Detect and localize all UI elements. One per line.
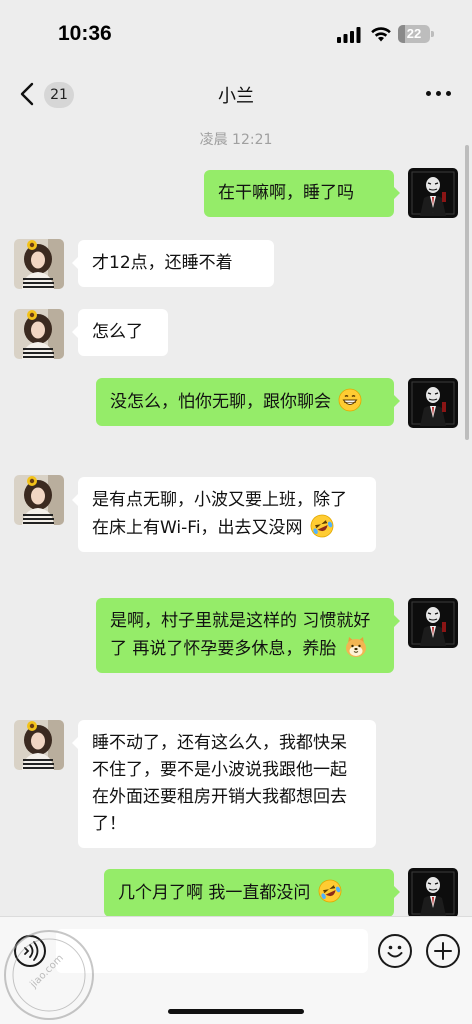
contact-avatar[interactable] [14, 239, 64, 289]
message-text: 怎么了 [92, 322, 143, 342]
input-bar [0, 916, 472, 1024]
message-bubble-outgoing[interactable]: 在干嘛啊，睡了吗 [204, 170, 400, 217]
svg-text:·: · [433, 210, 434, 214]
unread-count-badge: 21 [44, 82, 74, 108]
signal-icon [337, 27, 361, 43]
emoji-icon [387, 945, 403, 958]
battery-icon: 22 [398, 25, 434, 43]
contact-avatar[interactable] [14, 475, 64, 525]
message-bubble-outgoing[interactable]: 是啊，村子里就是这样的 习惯就好了 再说了怀孕要多休息，养胎 [96, 598, 400, 673]
message-bubble-outgoing[interactable]: 没怎么，怕你无聊，跟你聊会 [96, 378, 400, 426]
message-text: 睡不动了，还有这么久，我都快呆不住了，要不是小波说我跟他一起在外面还要租房开销大… [92, 733, 347, 834]
rolling-laughing-icon [310, 514, 334, 538]
plus-button[interactable] [426, 934, 460, 968]
chat-title: 小兰 [218, 86, 254, 107]
voice-icon [24, 941, 39, 961]
voice-button[interactable] [14, 935, 46, 967]
more-button[interactable] [426, 88, 452, 100]
message-bubble-incoming[interactable]: 怎么了 [72, 309, 168, 356]
message-input[interactable] [56, 929, 368, 973]
scroll-indicator[interactable] [465, 145, 469, 440]
message-bubble-incoming[interactable]: 睡不动了，还有这么久，我都快呆不住了，要不是小波说我跟他一起在外面还要租房开销大… [72, 720, 376, 848]
emoji-button[interactable] [378, 934, 412, 968]
message-bubble-incoming[interactable]: 是有点无聊，小波又要上班，除了在床上有Wi-Fi，出去又没网 [72, 477, 376, 552]
rolling-laughing-icon [318, 879, 342, 903]
message-text: 是啊，村子里就是这样的 习惯就好了 再说了怀孕要多休息，养胎 [110, 611, 371, 659]
nav-bar: 21 小兰 [0, 66, 472, 122]
wifi-icon [371, 27, 391, 42]
home-indicator [168, 1009, 304, 1014]
contact-avatar[interactable] [14, 309, 64, 359]
my-avatar[interactable] [408, 378, 458, 428]
grinning-face-icon [339, 388, 362, 412]
plus-icon [434, 942, 452, 960]
back-button[interactable]: 21 [16, 80, 76, 110]
battery-level: 22 [406, 26, 422, 41]
message-text: 没怎么，怕你无聊，跟你聊会 [110, 392, 331, 412]
message-bubble-incoming[interactable]: 才12点，还睡不着 [72, 240, 274, 287]
my-avatar[interactable] [408, 598, 458, 648]
more-dots-icon [426, 91, 431, 96]
message-text: 几个月了啊 我一直都没问 [118, 883, 311, 903]
contact-avatar[interactable] [14, 720, 64, 770]
message-text: 在干嘛啊，睡了吗 [218, 183, 354, 203]
dog-face-icon [345, 637, 366, 657]
message-text: 才12点，还睡不着 [92, 253, 233, 273]
message-bubble-outgoing[interactable]: 几个月了啊 我一直都没问 [104, 869, 400, 917]
message-text: 是有点无聊，小波又要上班，除了在床上有Wi-Fi，出去又没网 [92, 490, 347, 538]
chat-timestamp: 凌晨 12:21 [199, 132, 273, 148]
status-time: 10:36 [58, 22, 112, 45]
my-avatar[interactable]: · [408, 168, 458, 218]
status-bar: 10:36 22 [0, 0, 472, 66]
chevron-left-icon [20, 82, 34, 106]
my-avatar[interactable] [408, 868, 458, 918]
